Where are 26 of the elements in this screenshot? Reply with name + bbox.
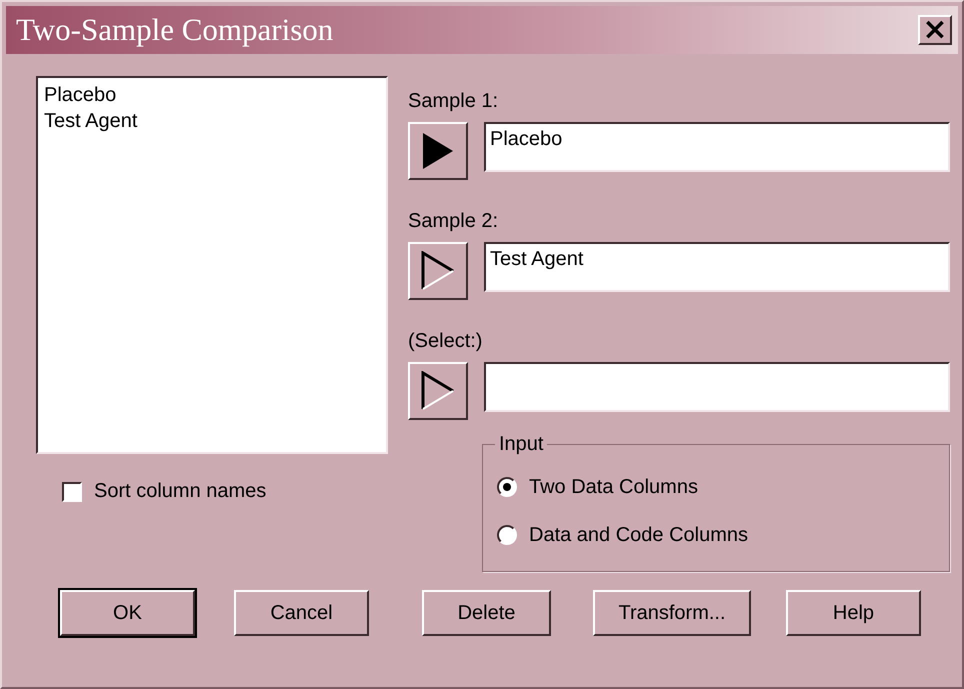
- radio-label: Data and Code Columns: [529, 524, 748, 546]
- field-label: Sample 1:: [408, 90, 500, 114]
- window-title: Two-Sample Comparison: [16, 12, 334, 48]
- close-button[interactable]: ×: [918, 15, 952, 45]
- arrow-button[interactable]: [408, 242, 468, 300]
- radio-label: Two Data Columns: [529, 476, 698, 498]
- radio-button[interactable]: [497, 525, 517, 545]
- dialog-button[interactable]: Transform...: [593, 590, 751, 636]
- input-field[interactable]: Test Agent: [484, 242, 950, 292]
- list-item[interactable]: Test Agent: [44, 108, 380, 134]
- dialog-button[interactable]: Delete: [422, 590, 551, 636]
- field-label: (Select:): [408, 330, 484, 354]
- arrow-button[interactable]: [408, 362, 468, 420]
- dialog-button[interactable]: OK: [60, 590, 195, 636]
- input-field[interactable]: Placebo: [484, 122, 950, 172]
- list-item[interactable]: Placebo: [44, 82, 380, 108]
- column-list[interactable]: Placebo Test Agent: [36, 76, 388, 454]
- field-label: Sample 2:: [408, 210, 500, 234]
- radio-button[interactable]: [497, 477, 517, 497]
- checkbox[interactable]: [62, 482, 82, 502]
- input-field[interactable]: [484, 362, 950, 412]
- group-title: Input: [495, 433, 548, 456]
- dialog-button[interactable]: Cancel: [234, 590, 369, 636]
- arrow-button[interactable]: [408, 122, 468, 180]
- checkbox-label: Sort column names: [94, 480, 266, 503]
- dialog-button[interactable]: Help: [786, 590, 921, 636]
